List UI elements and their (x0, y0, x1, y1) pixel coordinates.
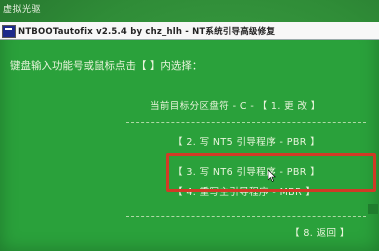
title-bar[interactable]: NTBOOTautofix v2.5.4 by chz_hlh - NT系统引导… (0, 22, 379, 40)
instruction-prompt: 键盘输入功能号或鼠标点击【 】内选择： (10, 60, 203, 72)
menu-return[interactable]: 【 8. 返回 】 (290, 225, 350, 239)
desktop-label[interactable]: 虚拟光驱 (3, 2, 41, 15)
corner-marker (368, 204, 378, 214)
mouse-cursor-icon (268, 170, 276, 182)
app-window: NTBOOTautofix v2.5.4 by chz_hlh - NT系统引导… (0, 22, 379, 251)
divider-top (126, 122, 366, 123)
divider-bottom (126, 216, 366, 217)
window-title: NTBOOTautofix v2.5.4 by chz_hlh - NT系统引导… (18, 27, 276, 37)
app-icon (2, 25, 16, 38)
menu-write-nt5-pbr[interactable]: 【 2. 写 NT5 引导程序 - PBR 】 (173, 134, 320, 148)
menu-change-partition[interactable]: 当前目标分区盘符 - C - 【 1. 更 改 】 (150, 98, 321, 112)
console-content: 键盘输入功能号或鼠标点击【 】内选择： 当前目标分区盘符 - C - 【 1. … (0, 40, 379, 251)
